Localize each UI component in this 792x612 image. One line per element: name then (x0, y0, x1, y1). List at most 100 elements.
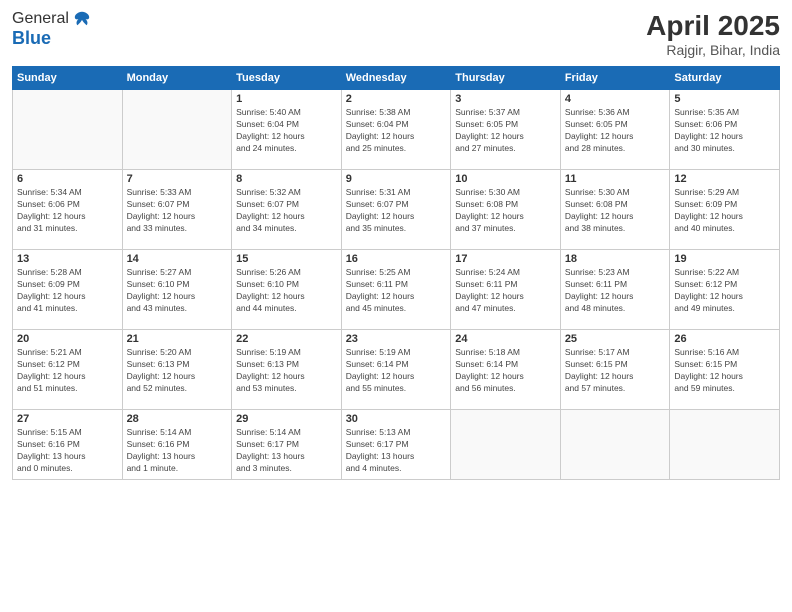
table-row: 27 Sunrise: 5:15 AM Sunset: 6:16 PM Dayli… (13, 410, 123, 480)
day-info: Sunrise: 5:36 AM Sunset: 6:05 PM Dayligh… (565, 107, 666, 155)
day-info: Sunrise: 5:30 AM Sunset: 6:08 PM Dayligh… (455, 187, 556, 235)
day-number: 12 (674, 173, 775, 185)
day-number: 3 (455, 93, 556, 105)
day-info: Sunrise: 5:40 AM Sunset: 6:04 PM Dayligh… (236, 107, 337, 155)
day-number: 18 (565, 253, 666, 265)
day-number: 1 (236, 93, 337, 105)
day-info: Sunrise: 5:30 AM Sunset: 6:08 PM Dayligh… (565, 187, 666, 235)
day-info: Sunrise: 5:24 AM Sunset: 6:11 PM Dayligh… (455, 267, 556, 315)
day-number: 28 (127, 413, 228, 425)
header-monday: Monday (122, 67, 232, 90)
day-number: 24 (455, 333, 556, 345)
day-number: 7 (127, 173, 228, 185)
table-row: 8 Sunrise: 5:32 AM Sunset: 6:07 PM Daylig… (232, 170, 342, 250)
table-row: 14 Sunrise: 5:27 AM Sunset: 6:10 PM Dayli… (122, 250, 232, 330)
table-row: 16 Sunrise: 5:25 AM Sunset: 6:11 PM Dayli… (341, 250, 451, 330)
table-row (451, 410, 561, 480)
table-row (122, 90, 232, 170)
day-number: 20 (17, 333, 118, 345)
table-row: 1 Sunrise: 5:40 AM Sunset: 6:04 PM Daylig… (232, 90, 342, 170)
day-number: 23 (346, 333, 447, 345)
title-block: April 2025 Rajgir, Bihar, India (646, 10, 780, 58)
day-number: 27 (17, 413, 118, 425)
month-title: April 2025 (646, 10, 780, 42)
day-info: Sunrise: 5:27 AM Sunset: 6:10 PM Dayligh… (127, 267, 228, 315)
table-row: 13Sunrise: 5:28 AM Sunset: 6:09 PM Dayli… (13, 250, 123, 330)
calendar-header-row: Sunday Monday Tuesday Wednesday Thursday… (13, 67, 780, 90)
day-number: 16 (346, 253, 447, 265)
table-row: 6Sunrise: 5:34 AM Sunset: 6:06 PM Daylig… (13, 170, 123, 250)
logo: General Blue (12, 10, 91, 49)
day-number: 4 (565, 93, 666, 105)
day-info: Sunrise: 5:22 AM Sunset: 6:12 PM Dayligh… (674, 267, 775, 315)
table-row: 5 Sunrise: 5:35 AM Sunset: 6:06 PM Daylig… (670, 90, 780, 170)
logo-blue: Blue (12, 28, 91, 49)
day-info: Sunrise: 5:19 AM Sunset: 6:14 PM Dayligh… (346, 347, 447, 395)
header-sunday: Sunday (13, 67, 123, 90)
table-row: 9Sunrise: 5:31 AM Sunset: 6:07 PM Daylig… (341, 170, 451, 250)
day-info: Sunrise: 5:20 AM Sunset: 6:13 PM Dayligh… (127, 347, 228, 395)
calendar-table: Sunday Monday Tuesday Wednesday Thursday… (12, 66, 780, 480)
day-number: 19 (674, 253, 775, 265)
day-number: 22 (236, 333, 337, 345)
day-number: 21 (127, 333, 228, 345)
table-row (560, 410, 670, 480)
day-info: Sunrise: 5:18 AM Sunset: 6:14 PM Dayligh… (455, 347, 556, 395)
header-friday: Friday (560, 67, 670, 90)
day-info: Sunrise: 5:37 AM Sunset: 6:05 PM Dayligh… (455, 107, 556, 155)
table-row: 15 Sunrise: 5:26 AM Sunset: 6:10 PM Dayli… (232, 250, 342, 330)
day-info: Sunrise: 5:28 AM Sunset: 6:09 PM Dayligh… (17, 267, 118, 315)
table-row: 21 Sunrise: 5:20 AM Sunset: 6:13 PM Dayli… (122, 330, 232, 410)
table-row: 28 Sunrise: 5:14 AM Sunset: 6:16 PM Dayli… (122, 410, 232, 480)
table-row: 4 Sunrise: 5:36 AM Sunset: 6:05 PM Daylig… (560, 90, 670, 170)
table-row: 10Sunrise: 5:30 AM Sunset: 6:08 PM Dayli… (451, 170, 561, 250)
table-row: 25 Sunrise: 5:17 AM Sunset: 6:15 PM Dayli… (560, 330, 670, 410)
table-row: 19 Sunrise: 5:22 AM Sunset: 6:12 PM Dayli… (670, 250, 780, 330)
table-row: 17 Sunrise: 5:24 AM Sunset: 6:11 PM Dayli… (451, 250, 561, 330)
table-row: 2Sunrise: 5:38 AM Sunset: 6:04 PM Daylig… (341, 90, 451, 170)
day-info: Sunrise: 5:19 AM Sunset: 6:13 PM Dayligh… (236, 347, 337, 395)
day-info: Sunrise: 5:32 AM Sunset: 6:07 PM Dayligh… (236, 187, 337, 235)
table-row (670, 410, 780, 480)
day-number: 26 (674, 333, 775, 345)
day-info: Sunrise: 5:33 AM Sunset: 6:07 PM Dayligh… (127, 187, 228, 235)
day-number: 11 (565, 173, 666, 185)
logo-general: General (12, 10, 69, 28)
day-info: Sunrise: 5:21 AM Sunset: 6:12 PM Dayligh… (17, 347, 118, 395)
day-info: Sunrise: 5:13 AM Sunset: 6:17 PM Dayligh… (346, 427, 447, 475)
table-row: 26 Sunrise: 5:16 AM Sunset: 6:15 PM Dayli… (670, 330, 780, 410)
day-info: Sunrise: 5:16 AM Sunset: 6:15 PM Dayligh… (674, 347, 775, 395)
day-info: Sunrise: 5:14 AM Sunset: 6:17 PM Dayligh… (236, 427, 337, 475)
day-number: 25 (565, 333, 666, 345)
day-info: Sunrise: 5:35 AM Sunset: 6:06 PM Dayligh… (674, 107, 775, 155)
day-info: Sunrise: 5:26 AM Sunset: 6:10 PM Dayligh… (236, 267, 337, 315)
logo-bird-icon (73, 10, 91, 28)
table-row: 30 Sunrise: 5:13 AM Sunset: 6:17 PM Dayli… (341, 410, 451, 480)
day-number: 8 (236, 173, 337, 185)
table-row: 20 Sunrise: 5:21 AM Sunset: 6:12 PM Dayli… (13, 330, 123, 410)
location: Rajgir, Bihar, India (646, 42, 780, 58)
header-tuesday: Tuesday (232, 67, 342, 90)
day-info: Sunrise: 5:23 AM Sunset: 6:11 PM Dayligh… (565, 267, 666, 315)
day-number: 6 (17, 173, 118, 185)
day-info: Sunrise: 5:25 AM Sunset: 6:11 PM Dayligh… (346, 267, 447, 315)
day-number: 30 (346, 413, 447, 425)
day-number: 17 (455, 253, 556, 265)
day-info: Sunrise: 5:29 AM Sunset: 6:09 PM Dayligh… (674, 187, 775, 235)
day-number: 15 (236, 253, 337, 265)
table-row: 18 Sunrise: 5:23 AM Sunset: 6:11 PM Dayli… (560, 250, 670, 330)
table-row: 29Sunrise: 5:14 AM Sunset: 6:17 PM Dayli… (232, 410, 342, 480)
table-row (13, 90, 123, 170)
header-saturday: Saturday (670, 67, 780, 90)
day-info: Sunrise: 5:38 AM Sunset: 6:04 PM Dayligh… (346, 107, 447, 155)
table-row: 11 Sunrise: 5:30 AM Sunset: 6:08 PM Dayli… (560, 170, 670, 250)
day-number: 14 (127, 253, 228, 265)
table-row: 22 Sunrise: 5:19 AM Sunset: 6:13 PM Dayli… (232, 330, 342, 410)
day-info: Sunrise: 5:17 AM Sunset: 6:15 PM Dayligh… (565, 347, 666, 395)
day-number: 9 (346, 173, 447, 185)
table-row: 7 Sunrise: 5:33 AM Sunset: 6:07 PM Daylig… (122, 170, 232, 250)
day-info: Sunrise: 5:15 AM Sunset: 6:16 PM Dayligh… (17, 427, 118, 475)
day-number: 5 (674, 93, 775, 105)
page-header: General Blue April 2025 Rajgir, Bihar, I… (12, 10, 780, 58)
day-info: Sunrise: 5:14 AM Sunset: 6:16 PM Dayligh… (127, 427, 228, 475)
